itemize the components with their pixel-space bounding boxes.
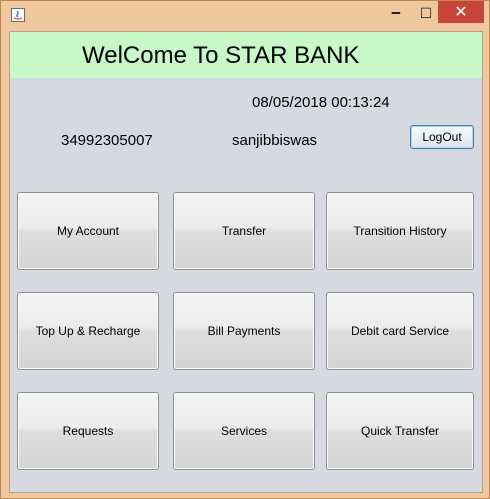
maximize-icon: ☐	[419, 4, 433, 21]
transaction-history-button[interactable]: Transition History	[326, 192, 474, 270]
main-panel: WelCome To STAR BANK 08/05/2018 00:13:24…	[9, 31, 483, 493]
top-up-recharge-button[interactable]: Top Up & Recharge	[17, 292, 159, 370]
quick-transfer-button[interactable]: Quick Transfer	[326, 392, 474, 470]
maximize-button[interactable]: ☐	[411, 1, 441, 25]
minimize-icon: 🗕	[391, 3, 401, 19]
username-label: sanjibbiswas	[232, 132, 318, 149]
title-bar[interactable]: 🗕 ☐ ✕	[1, 1, 489, 30]
services-button[interactable]: Services	[173, 392, 315, 470]
transfer-button[interactable]: Transfer	[173, 192, 315, 270]
debit-card-service-button[interactable]: Debit card Service	[326, 292, 474, 370]
page-title: WelCome To STAR BANK	[82, 42, 360, 69]
my-account-button[interactable]: My Account	[17, 192, 159, 270]
bill-payments-button[interactable]: Bill Payments	[173, 292, 315, 370]
close-icon: ✕	[454, 4, 468, 21]
logout-button[interactable]: LogOut	[410, 125, 474, 149]
close-button[interactable]: ✕	[438, 1, 484, 23]
account-number: 34992305007	[61, 132, 153, 149]
welcome-banner: WelCome To STAR BANK	[10, 32, 482, 78]
app-window: 🗕 ☐ ✕ WelCome To STAR BANK 08/05/2018 00…	[0, 0, 490, 499]
session-datetime: 08/05/2018 00:13:24	[252, 94, 390, 111]
minimize-button[interactable]: 🗕	[381, 1, 411, 25]
requests-button[interactable]: Requests	[17, 392, 159, 470]
java-app-icon	[11, 8, 25, 22]
